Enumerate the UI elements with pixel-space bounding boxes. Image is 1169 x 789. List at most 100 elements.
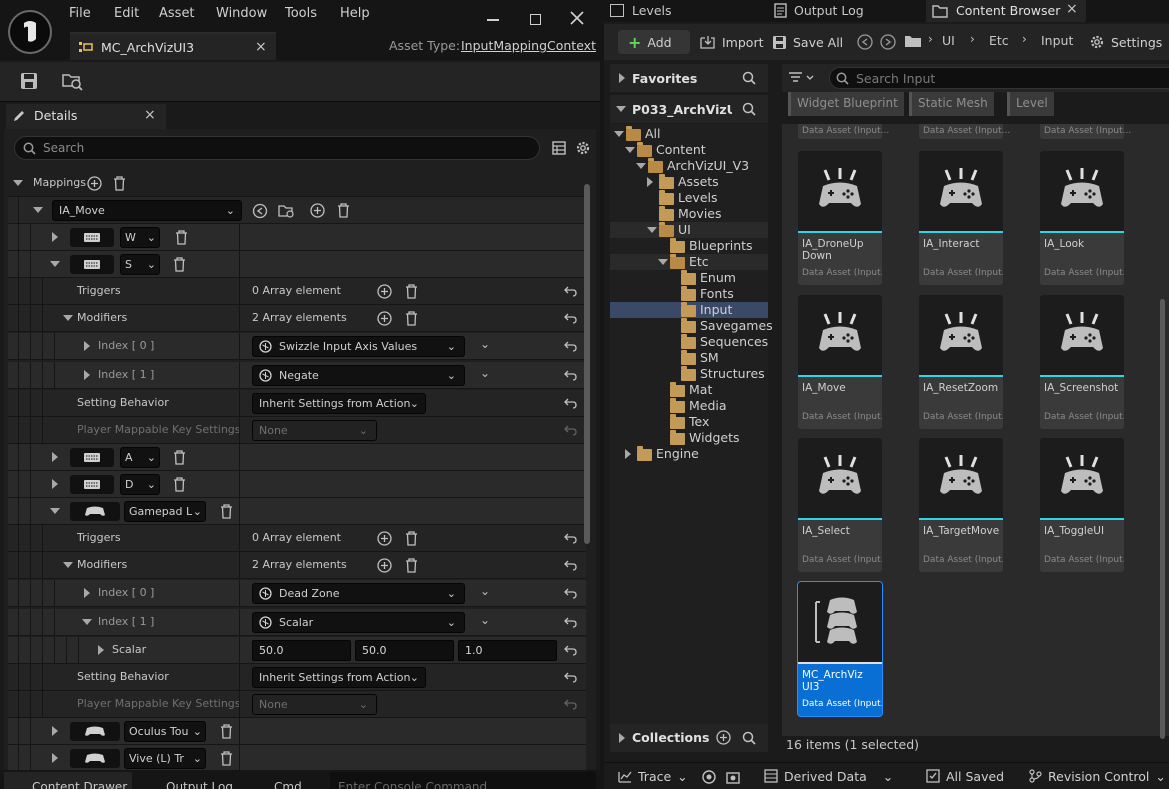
browse-asset-icon[interactable] bbox=[62, 71, 84, 91]
browse-icon[interactable] bbox=[278, 203, 296, 219]
delete-modifier-icon[interactable] bbox=[405, 558, 418, 573]
revision-control-button[interactable]: Revision Control ⌄ bbox=[1028, 764, 1166, 788]
add-button[interactable]: + Add bbox=[618, 30, 690, 54]
save-all-button[interactable]: Save All bbox=[772, 30, 843, 54]
filter-static-mesh[interactable]: Static Mesh bbox=[909, 92, 994, 116]
player-mappable-dropdown[interactable]: None ⌄ bbox=[252, 420, 377, 441]
keyboard-icon[interactable] bbox=[70, 255, 114, 274]
delete-key-icon[interactable] bbox=[173, 450, 186, 465]
expand-arrow-icon[interactable] bbox=[52, 753, 58, 763]
collapse-arrow-icon[interactable] bbox=[63, 562, 73, 568]
expand-arrow-icon[interactable] bbox=[52, 232, 58, 242]
delete-trigger-icon[interactable] bbox=[405, 531, 418, 546]
tree-item-assets[interactable]: Assets bbox=[610, 174, 768, 190]
chevron-down-icon[interactable]: ⌄ bbox=[480, 366, 490, 380]
delete-trigger-icon[interactable] bbox=[405, 284, 418, 299]
tree-item-engine[interactable]: Engine bbox=[610, 446, 768, 462]
collapse-arrow-icon[interactable] bbox=[13, 180, 23, 186]
favorites-header[interactable]: Favorites bbox=[610, 64, 768, 92]
menu-help[interactable]: Help bbox=[340, 6, 370, 21]
tree-item-etc[interactable]: Etc bbox=[610, 254, 768, 270]
modifier-dropdown-swizzle[interactable]: Swizzle Input Axis Values ⌄ bbox=[252, 336, 465, 357]
tree-item-media[interactable]: Media bbox=[610, 398, 768, 414]
delete-key-icon[interactable] bbox=[175, 230, 188, 245]
asset-tab-close-icon[interactable]: × bbox=[255, 39, 267, 55]
collapse-arrow-icon[interactable] bbox=[658, 259, 668, 265]
maximize-icon[interactable] bbox=[530, 14, 541, 25]
forward-icon[interactable] bbox=[880, 34, 896, 50]
setting-behavior-dropdown[interactable]: Inherit Settings from Action ⌄ bbox=[252, 667, 426, 688]
menu-edit[interactable]: Edit bbox=[114, 6, 139, 21]
asset-tile-partial[interactable]: Data Asset (Input... bbox=[798, 124, 889, 139]
reset-icon[interactable] bbox=[564, 587, 577, 599]
output-log-button[interactable]: Output Log bbox=[140, 772, 235, 789]
close-window-icon[interactable] bbox=[570, 11, 584, 25]
menu-asset[interactable]: Asset bbox=[159, 6, 195, 21]
tree-item-structures[interactable]: Structures bbox=[610, 366, 768, 382]
asset-tile[interactable]: IA_Move Data Asset (Input... bbox=[798, 295, 882, 429]
tree-item-archvizui-v3[interactable]: ArchVizUI_V3 bbox=[610, 158, 768, 174]
keyboard-icon[interactable] bbox=[70, 228, 114, 247]
tab-content-browser[interactable]: Content Browser × bbox=[926, 0, 1086, 22]
menu-file[interactable]: File bbox=[69, 6, 91, 21]
details-search-input[interactable]: Search bbox=[14, 136, 540, 160]
table-view-icon[interactable] bbox=[552, 141, 566, 155]
details-scrollbar[interactable] bbox=[584, 184, 590, 544]
tree-item-savegames[interactable]: Savegames bbox=[610, 318, 773, 334]
delete-mapping-icon[interactable] bbox=[113, 176, 126, 191]
menu-tools[interactable]: Tools bbox=[285, 6, 317, 21]
chevron-down-icon[interactable]: ⌄ bbox=[480, 584, 490, 598]
expand-arrow-icon[interactable] bbox=[647, 177, 653, 187]
reset-icon[interactable] bbox=[564, 369, 577, 381]
key-dropdown-w[interactable]: W ⌄ bbox=[120, 227, 160, 248]
reset-icon[interactable] bbox=[564, 340, 577, 352]
add-trigger-icon[interactable] bbox=[377, 531, 392, 546]
tab-levels[interactable]: Levels bbox=[608, 1, 753, 21]
collapse-arrow-icon[interactable] bbox=[614, 131, 624, 137]
collapse-arrow-icon[interactable] bbox=[636, 163, 646, 169]
expand-arrow-icon[interactable] bbox=[625, 449, 631, 459]
content-drawer-button[interactable]: Content Drawer bbox=[4, 772, 132, 789]
tree-item-widgets[interactable]: Widgets bbox=[610, 430, 768, 446]
modifier-dropdown-scalar[interactable]: Scalar ⌄ bbox=[252, 612, 465, 633]
snapshot-icon[interactable] bbox=[726, 770, 740, 784]
add-trigger-icon[interactable] bbox=[377, 284, 392, 299]
content-browser-close-icon[interactable]: × bbox=[1066, 1, 1078, 17]
action-dropdown[interactable]: IA_Move ⌄ bbox=[52, 200, 242, 221]
import-button[interactable]: Import bbox=[700, 30, 764, 54]
minimize-icon[interactable] bbox=[487, 19, 499, 21]
reset-icon[interactable] bbox=[564, 285, 577, 297]
tree-item-input[interactable]: Input bbox=[610, 302, 768, 318]
expand-arrow-icon[interactable] bbox=[33, 207, 43, 213]
settings-button[interactable]: Settings bbox=[1089, 30, 1162, 54]
key-dropdown-vive[interactable]: Vive (L) Tr ⌄ bbox=[124, 748, 206, 769]
delete-key-icon[interactable] bbox=[173, 477, 186, 492]
keyboard-icon[interactable] bbox=[70, 448, 114, 467]
back-icon[interactable] bbox=[857, 34, 873, 50]
keyboard-icon[interactable] bbox=[70, 475, 114, 494]
expand-arrow-icon[interactable] bbox=[52, 452, 58, 462]
save-icon[interactable] bbox=[20, 72, 38, 90]
collapse-arrow-icon[interactable] bbox=[50, 261, 60, 267]
mappings-row[interactable]: Mappings bbox=[8, 170, 586, 197]
grid-scrollbar[interactable] bbox=[1160, 299, 1165, 739]
chevron-down-icon[interactable]: ⌄ bbox=[480, 337, 490, 351]
collapse-arrow-icon[interactable] bbox=[82, 619, 92, 625]
asset-tile[interactable]: IA_Screenshot Data Asset (Input... bbox=[1040, 295, 1124, 429]
expand-arrow-icon[interactable] bbox=[84, 370, 90, 380]
delete-action-icon[interactable] bbox=[337, 203, 350, 218]
tree-item-sequences[interactable]: Sequences bbox=[610, 334, 768, 350]
settings-gear-icon[interactable] bbox=[575, 140, 591, 156]
asset-tile[interactable]: MC_ArchViz UI3 Data Asset (Input... bbox=[797, 581, 883, 717]
breadcrumb-etc[interactable]: Etc bbox=[989, 33, 1009, 48]
chevron-down-icon[interactable]: ⌄ bbox=[480, 613, 490, 627]
filter-widget-blueprint[interactable]: Widget Blueprint bbox=[788, 92, 904, 116]
search-icon[interactable] bbox=[742, 71, 756, 85]
scalar-z-input[interactable]: 1.0 bbox=[458, 640, 557, 661]
player-mappable-dropdown[interactable]: None ⌄ bbox=[252, 694, 377, 715]
delete-key-icon[interactable] bbox=[220, 751, 233, 766]
tree-item-fonts[interactable]: Fonts bbox=[610, 286, 768, 302]
add-mapping-icon[interactable] bbox=[87, 176, 102, 191]
filter-level[interactable]: Level bbox=[1007, 92, 1054, 116]
reset-icon[interactable] bbox=[564, 312, 577, 324]
